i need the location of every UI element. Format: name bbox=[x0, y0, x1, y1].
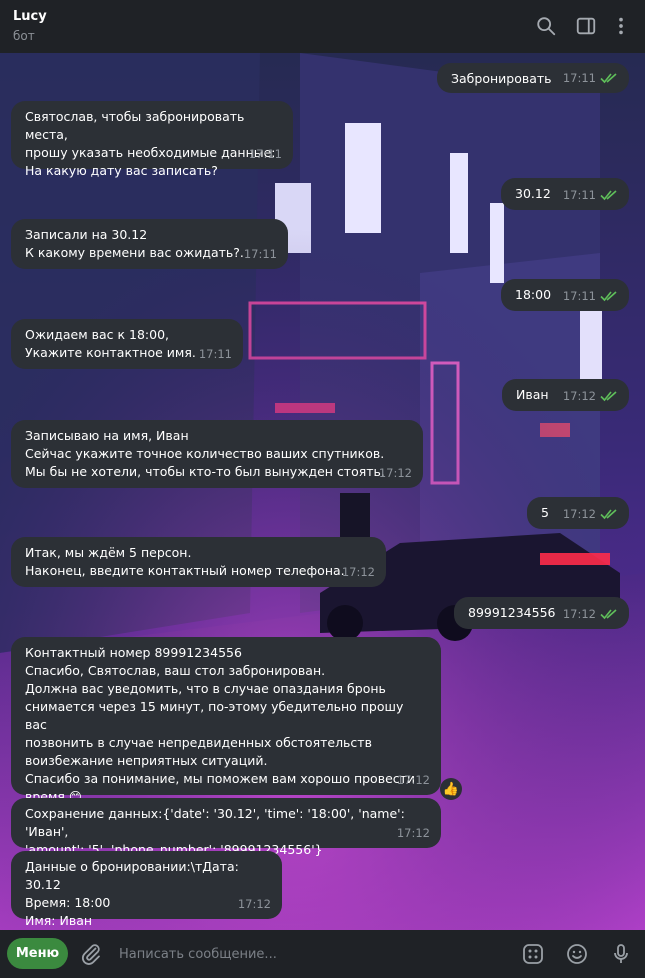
message-time: 17:12 bbox=[341, 565, 375, 579]
message-meta: 17:12 bbox=[238, 895, 271, 913]
message-time: 17:11 bbox=[248, 147, 282, 161]
message-meta: 17:11 bbox=[563, 186, 618, 204]
message-text: Записали на 30.12 К какому времени вас о… bbox=[25, 227, 244, 260]
chat-title[interactable]: Lucy bbox=[13, 9, 47, 24]
message-meta: 17:12 bbox=[342, 563, 375, 581]
message-incoming[interactable]: Ожидаем вас к 18:00, Укажите контактное … bbox=[11, 319, 243, 369]
double-check-icon bbox=[600, 291, 617, 302]
message-incoming[interactable]: Сохранение данных:{'date': '30.12', 'tim… bbox=[11, 798, 441, 857]
message-time: 17:12 bbox=[396, 826, 430, 840]
message-meta: 17:12 bbox=[379, 464, 412, 482]
message-meta: 17:11 bbox=[244, 245, 277, 263]
menu-button[interactable]: Меню bbox=[7, 938, 68, 969]
message-meta: 17:12 bbox=[563, 605, 618, 623]
message-outgoing[interactable]: 30.12 17:11 bbox=[501, 178, 629, 210]
message-meta: 17:12 bbox=[563, 505, 618, 523]
message-incoming[interactable]: Итак, мы ждём 5 персон. Наконец, введите… bbox=[11, 537, 386, 587]
microphone-icon[interactable] bbox=[609, 942, 633, 966]
bot-commands-icon[interactable] bbox=[521, 942, 545, 966]
message-text: Итак, мы ждём 5 персон. Наконец, введите… bbox=[25, 545, 345, 578]
message-outgoing[interactable]: 5 17:12 bbox=[527, 497, 629, 529]
message-outgoing[interactable]: 89991234556 17:12 bbox=[454, 597, 629, 629]
chat-header: Lucy бот bbox=[0, 0, 645, 53]
message-input[interactable] bbox=[115, 940, 503, 968]
double-check-icon bbox=[600, 391, 617, 402]
thumbs-up-reaction[interactable]: 👍 bbox=[440, 778, 462, 800]
message-time: 17:12 bbox=[378, 466, 412, 480]
message-time: 17:12 bbox=[396, 773, 430, 787]
message-outgoing[interactable]: 18:00 17:11 bbox=[501, 279, 629, 311]
reaction-emoji: 👍 bbox=[442, 781, 460, 797]
message-incoming[interactable]: Контактный номер 89991234556 Спасибо, Св… bbox=[11, 637, 441, 804]
message-outgoing[interactable]: Иван 17:12 bbox=[502, 379, 629, 411]
more-vertical-icon[interactable] bbox=[610, 15, 632, 37]
chat-subtitle: бот bbox=[13, 29, 35, 43]
message-incoming[interactable]: Записали на 30.12 К какому времени вас о… bbox=[11, 219, 288, 269]
message-incoming[interactable]: Святослав, чтобы забронировать места, пр… bbox=[11, 101, 293, 178]
message-text: Контактный номер 89991234556 Спасибо, Св… bbox=[25, 645, 416, 804]
composer-bar: Меню bbox=[0, 930, 645, 978]
message-incoming[interactable]: Данные о бронировании:\тДата: 30.12 Врем… bbox=[11, 851, 282, 928]
message-time: 17:12 bbox=[562, 607, 596, 621]
message-text: Данные о бронировании:\тДата: 30.12 Врем… bbox=[25, 859, 239, 928]
message-meta: 17:12 bbox=[397, 771, 430, 789]
double-check-icon bbox=[600, 190, 617, 201]
message-outgoing[interactable]: Забронировать 17:11 bbox=[437, 63, 629, 93]
message-time: 17:11 bbox=[562, 289, 596, 303]
message-meta: 17:12 bbox=[397, 824, 430, 842]
message-time: 17:11 bbox=[562, 71, 596, 85]
attach-icon[interactable] bbox=[79, 942, 103, 966]
double-check-icon bbox=[600, 73, 617, 84]
message-time: 17:12 bbox=[237, 897, 271, 911]
message-time: 17:12 bbox=[562, 389, 596, 403]
message-list[interactable]: Забронировать 17:11 Святослав, чтобы заб… bbox=[0, 53, 645, 930]
message-time: 17:11 bbox=[562, 188, 596, 202]
message-incoming[interactable]: Записываю на имя, Иван Сейчас укажите то… bbox=[11, 420, 423, 488]
double-check-icon bbox=[600, 609, 617, 620]
message-meta: 17:11 bbox=[563, 69, 618, 87]
double-check-icon bbox=[600, 509, 617, 520]
message-meta: 17:11 bbox=[249, 145, 282, 163]
message-time: 17:11 bbox=[243, 247, 277, 261]
message-time: 17:12 bbox=[562, 507, 596, 521]
search-icon[interactable] bbox=[535, 15, 557, 37]
sidebar-toggle-icon[interactable] bbox=[575, 15, 597, 37]
emoji-icon[interactable] bbox=[565, 942, 589, 966]
message-meta: 17:11 bbox=[199, 345, 232, 363]
message-time: 17:11 bbox=[198, 347, 232, 361]
message-meta: 17:11 bbox=[563, 287, 618, 305]
message-meta: 17:12 bbox=[563, 387, 618, 405]
message-text: Святослав, чтобы забронировать места, пр… bbox=[25, 109, 276, 178]
message-text: Записываю на имя, Иван Сейчас укажите то… bbox=[25, 428, 385, 479]
